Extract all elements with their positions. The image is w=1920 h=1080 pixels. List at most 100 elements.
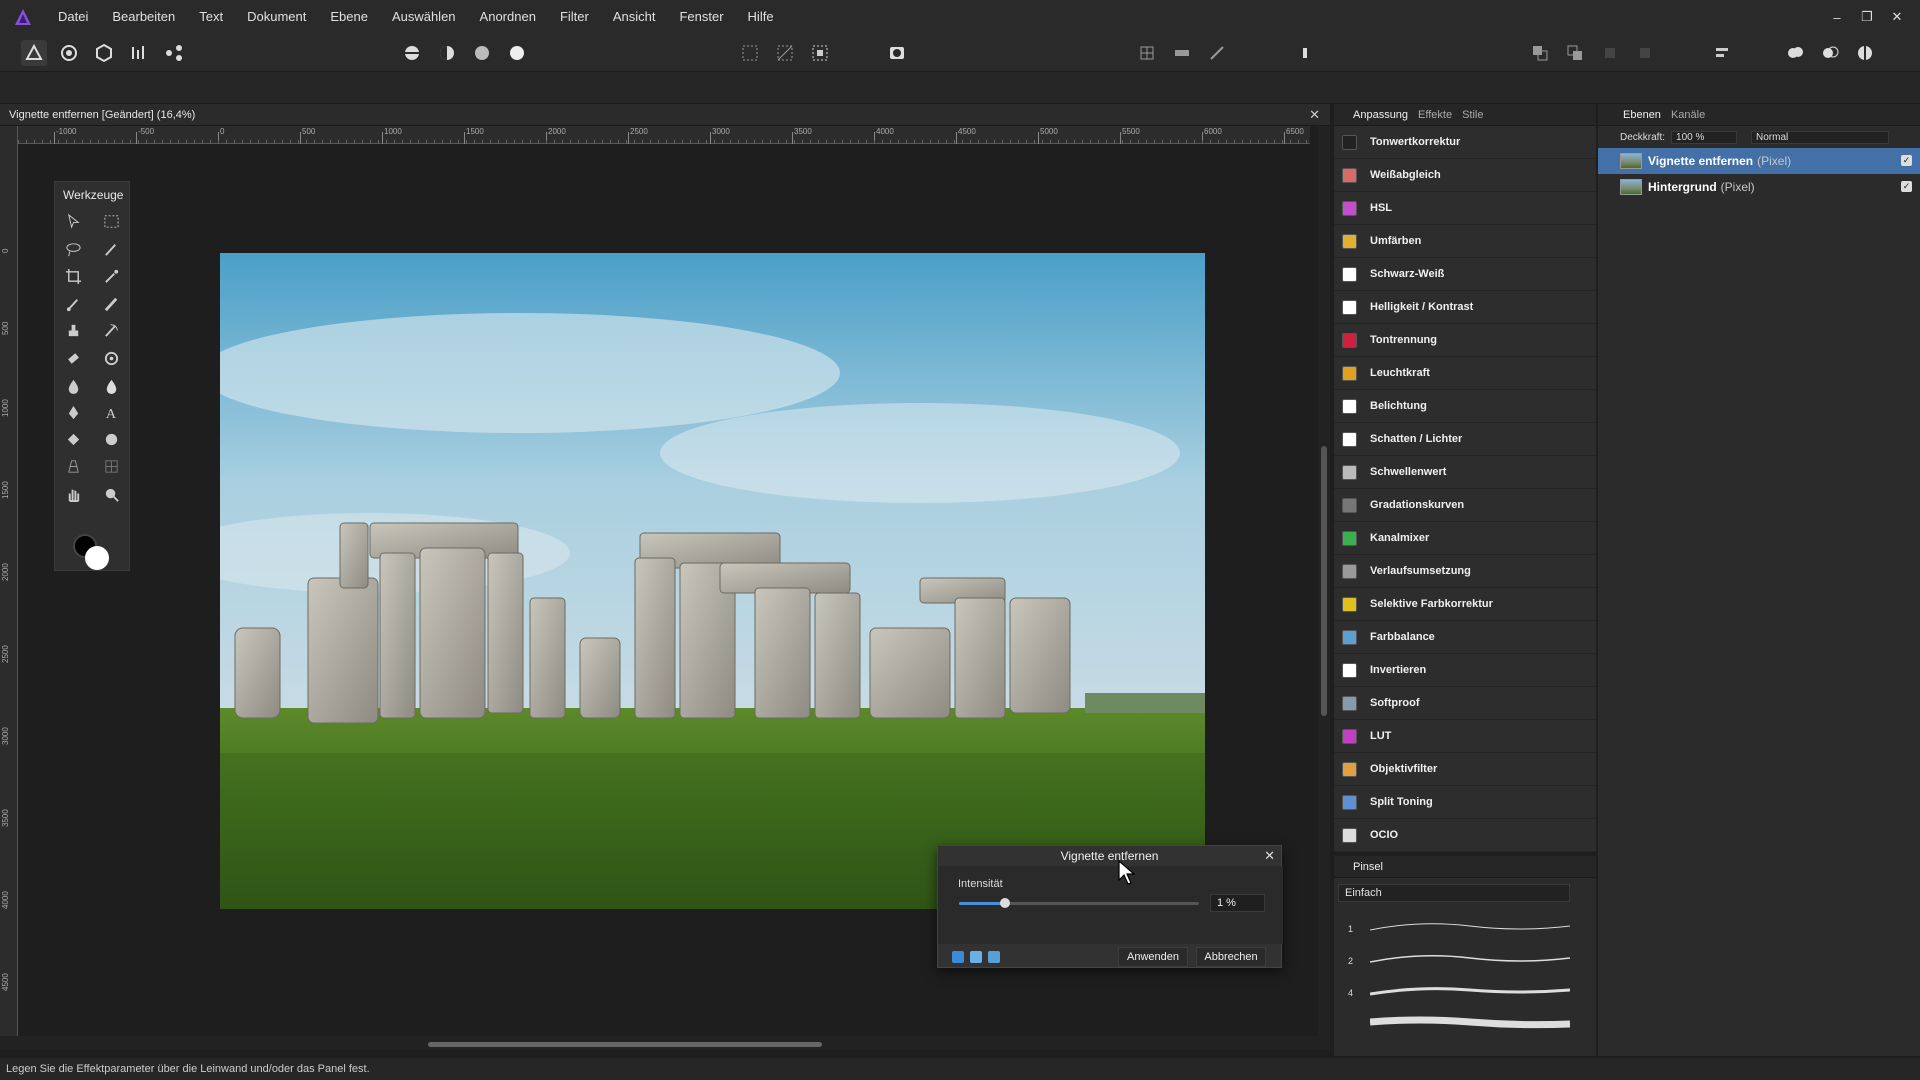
blend-mode-dropdown[interactable]: Normal: [1751, 130, 1890, 144]
tab-stile[interactable]: Stile: [1457, 109, 1488, 121]
brush-preset[interactable]: 2: [1334, 944, 1574, 976]
menu-item[interactable]: Auswählen: [380, 0, 468, 34]
tab-pinsel[interactable]: Pinsel: [1348, 861, 1388, 873]
invert-selection-icon[interactable]: [807, 40, 833, 66]
zoom-tool-icon[interactable]: [99, 482, 123, 506]
adjustment-item[interactable]: Gradationskurven: [1334, 489, 1596, 522]
document-image[interactable]: [220, 253, 1205, 909]
menu-item[interactable]: Text: [187, 0, 235, 34]
adjustment-item[interactable]: Schatten / Lichter: [1334, 423, 1596, 456]
adjustment-item[interactable]: LUT: [1334, 720, 1596, 753]
pixel-brush-icon[interactable]: [99, 292, 123, 316]
mirror-mode-icon[interactable]: [988, 951, 1000, 963]
adjustment-item[interactable]: Invertieren: [1334, 654, 1596, 687]
restore-button[interactable]: ❐: [1852, 9, 1882, 25]
brush-category-dropdown[interactable]: Einfach: [1338, 884, 1570, 902]
adjustment-item[interactable]: OCIO: [1334, 819, 1596, 852]
menu-item[interactable]: Filter: [548, 0, 601, 34]
tone-mapping-persona-icon[interactable]: [126, 40, 152, 66]
intensity-value-field[interactable]: 1 %: [1210, 894, 1265, 912]
horizontal-scrollbar[interactable]: [0, 1036, 1330, 1050]
menu-item[interactable]: Anordnen: [468, 0, 548, 34]
arrange-back-icon[interactable]: [1527, 40, 1553, 66]
brush-preset[interactable]: 4: [1334, 976, 1574, 1008]
split-mode-icon[interactable]: [970, 951, 982, 963]
eraser-tool-icon[interactable]: [61, 346, 85, 370]
adjustment-item[interactable]: Farbbalance: [1334, 621, 1596, 654]
mesh-warp-icon[interactable]: [99, 454, 123, 478]
minimize-button[interactable]: –: [1822, 10, 1852, 25]
menu-item[interactable]: Fenster: [667, 0, 735, 34]
dodge-tool-icon[interactable]: [99, 346, 123, 370]
document-tab[interactable]: Vignette entfernen [Geändert] (16,4%) ✕: [0, 104, 1330, 126]
adjustment-item[interactable]: Weißabgleich: [1334, 159, 1596, 192]
lasso-tool-icon[interactable]: [61, 237, 85, 261]
layer-row[interactable]: Vignette entfernen (Pixel) ✓: [1598, 148, 1920, 174]
deselect-icon[interactable]: [772, 40, 798, 66]
tab-kanaele[interactable]: Kanäle: [1666, 109, 1710, 121]
boolean-intersect-icon[interactable]: [1852, 40, 1878, 66]
auto-white-balance-icon[interactable]: [504, 40, 530, 66]
arrange-forward-icon[interactable]: [1597, 40, 1623, 66]
background-color-swatch[interactable]: [85, 546, 109, 570]
blur-brush-icon[interactable]: [99, 374, 123, 398]
tab-effekte[interactable]: Effekte: [1413, 109, 1457, 121]
info-icon[interactable]: [1292, 40, 1318, 66]
arrange-front-icon[interactable]: [1562, 40, 1588, 66]
menu-item[interactable]: Ansicht: [601, 0, 668, 34]
apply-button[interactable]: Anwenden: [1118, 947, 1188, 967]
merge-mode-icon[interactable]: [952, 951, 964, 963]
assistant-icon[interactable]: [1204, 40, 1230, 66]
menu-item[interactable]: Hilfe: [736, 0, 786, 34]
adjustment-item[interactable]: Tonwertkorrektur: [1334, 126, 1596, 159]
adjustment-item[interactable]: Schwellenwert: [1334, 456, 1596, 489]
adjustment-item[interactable]: Selektive Farbkorrektur: [1334, 588, 1596, 621]
menu-item[interactable]: Datei: [46, 0, 100, 34]
quick-mask-icon[interactable]: [884, 40, 910, 66]
close-window-button[interactable]: ✕: [1882, 9, 1912, 25]
flood-fill-icon[interactable]: [61, 427, 85, 451]
text-tool-icon[interactable]: A: [99, 400, 123, 424]
arrange-backward-icon[interactable]: [1632, 40, 1658, 66]
menu-item[interactable]: Dokument: [235, 0, 318, 34]
vertical-scroll-thumb[interactable]: [1321, 446, 1327, 716]
adjustment-item[interactable]: Tontrennung: [1334, 324, 1596, 357]
adjustment-item[interactable]: HSL: [1334, 192, 1596, 225]
tab-anpassung[interactable]: Anpassung: [1348, 109, 1413, 121]
app-logo-icon[interactable]: [0, 0, 46, 34]
adjustment-item[interactable]: Verlaufsumsetzung: [1334, 555, 1596, 588]
adjustment-item[interactable]: Schwarz-Weiß: [1334, 258, 1596, 291]
shape-tool-icon[interactable]: [99, 427, 123, 451]
brush-preset[interactable]: 1: [1334, 912, 1574, 944]
adjustment-item[interactable]: Objektivfilter: [1334, 753, 1596, 786]
cancel-button[interactable]: Abbrechen: [1196, 947, 1266, 967]
pen-tool-icon[interactable]: [61, 400, 85, 424]
boolean-subtract-icon[interactable]: [1817, 40, 1843, 66]
snapping-icon[interactable]: [1169, 40, 1195, 66]
perspective-tool-icon[interactable]: [61, 454, 85, 478]
crop-tool-icon[interactable]: [61, 264, 85, 288]
tab-ebenen[interactable]: Ebenen: [1618, 109, 1666, 121]
adjustment-item[interactable]: Softproof: [1334, 687, 1596, 720]
hand-tool-icon[interactable]: [61, 482, 85, 506]
intensity-slider-thumb[interactable]: [999, 898, 1010, 908]
clone-brush-icon[interactable]: [61, 318, 85, 342]
selection-brush-icon[interactable]: [99, 237, 123, 261]
liquify-persona-icon[interactable]: [56, 40, 82, 66]
history-brush-icon[interactable]: [99, 318, 123, 342]
close-document-button[interactable]: ✕: [1309, 107, 1320, 123]
auto-contrast-icon[interactable]: [434, 40, 460, 66]
photo-persona-icon[interactable]: [21, 40, 47, 66]
adjustment-item[interactable]: Helligkeit / Kontrast: [1334, 291, 1596, 324]
menu-item[interactable]: Bearbeiten: [100, 0, 187, 34]
auto-colors-icon[interactable]: [469, 40, 495, 66]
brush-preset[interactable]: [1334, 1008, 1574, 1040]
auto-levels-icon[interactable]: [399, 40, 425, 66]
intensity-slider[interactable]: [959, 898, 1199, 908]
opacity-field[interactable]: 100 %: [1671, 130, 1738, 144]
adjustment-item[interactable]: Leuchtkraft: [1334, 357, 1596, 390]
layer-visibility-checkbox[interactable]: ✓: [1901, 155, 1912, 166]
adjustment-item[interactable]: Split Toning: [1334, 786, 1596, 819]
boolean-add-icon[interactable]: [1782, 40, 1808, 66]
adjustment-item[interactable]: Kanalmixer: [1334, 522, 1596, 555]
